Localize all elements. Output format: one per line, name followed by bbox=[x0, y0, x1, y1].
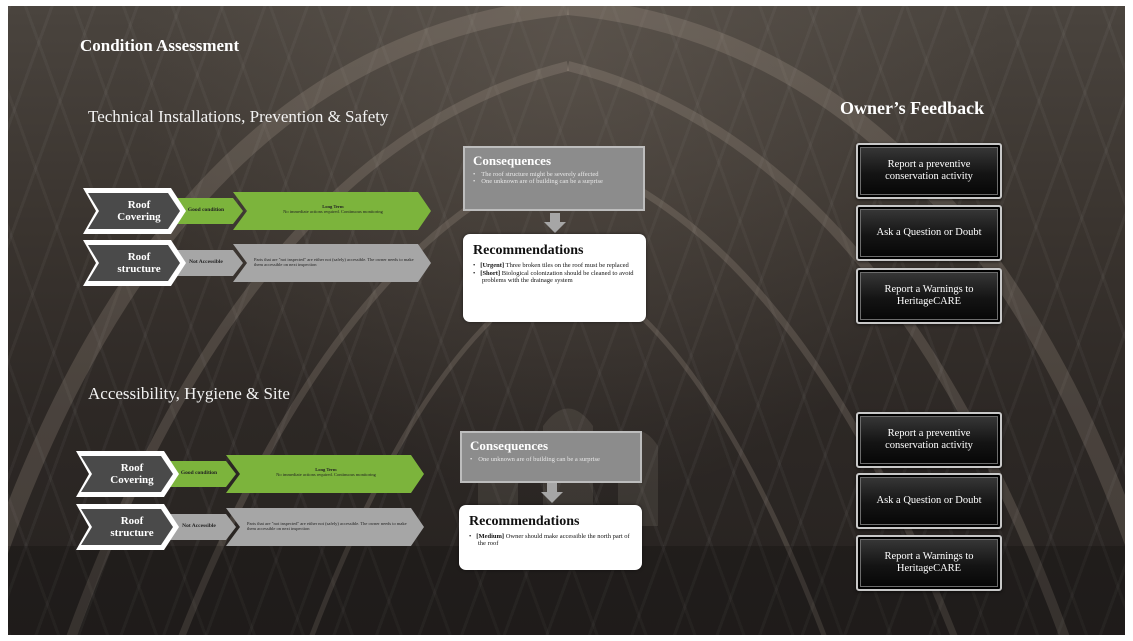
consequences-box: Consequences One unknown are of building… bbox=[460, 431, 642, 483]
row-label: Roof structure bbox=[117, 251, 161, 275]
assessment-row-roof-covering: Roof Covering Good condition Long Term No … bbox=[83, 188, 443, 234]
arrow-down-icon bbox=[541, 483, 563, 503]
section-title-technical: Technical Installations, Prevention & Sa… bbox=[88, 107, 389, 126]
ask-question-button[interactable]: Ask a Question or Doubt bbox=[856, 205, 1002, 261]
term-description: Parts that are "not inspected" are eithe… bbox=[247, 521, 407, 531]
assessment-row-roof-structure: Roof structure Not Accessible Parts that … bbox=[76, 504, 436, 550]
recommendations-box: Recommendations [Urgent] Three broken ti… bbox=[463, 234, 646, 322]
owner-feedback-title: Owner’s Feedback bbox=[840, 98, 985, 118]
ask-question-button[interactable]: Ask a Question or Doubt bbox=[856, 473, 1002, 529]
recommendation-item: [Urgent] Three broken tiles on the roof … bbox=[473, 262, 636, 270]
consequences-title: Consequences bbox=[473, 153, 552, 168]
condition-status: Good condition bbox=[187, 207, 225, 213]
report-preventive-activity-button[interactable]: Report a preventive conservation activit… bbox=[856, 143, 1002, 199]
recommendations-list: [Urgent] Three broken tiles on the roof … bbox=[473, 262, 636, 285]
slide: Condition Assessment Owner’s Feedback Te… bbox=[8, 6, 1125, 635]
row-label: Roof Covering bbox=[117, 199, 161, 223]
row-label: Roof structure bbox=[110, 515, 154, 539]
condition-status: Good condition bbox=[180, 470, 218, 476]
section-title-accessibility: Accessibility, Hygiene & Site bbox=[88, 384, 290, 403]
assessment-row-roof-covering: Roof Covering Good condition Long Term No … bbox=[76, 451, 436, 497]
condition-status: Not Accessible bbox=[182, 523, 216, 529]
report-preventive-activity-button[interactable]: Report a preventive conservation activit… bbox=[856, 412, 1002, 468]
consequences-title: Consequences bbox=[470, 438, 549, 453]
row-label: Roof Covering bbox=[110, 462, 154, 486]
consequence-item: One unknown are of building can be a sur… bbox=[470, 456, 632, 464]
recommendation-item: [Medium] Owner should make accessible th… bbox=[469, 533, 632, 548]
recommendations-title: Recommendations bbox=[469, 514, 580, 529]
consequence-item: One unknown are of building can be a sur… bbox=[473, 178, 635, 186]
term-description: Long Term No immediate actions required. … bbox=[283, 204, 383, 214]
condition-status: Not Accessible bbox=[189, 259, 223, 265]
arrow-down-icon bbox=[544, 213, 566, 233]
page-title: Condition Assessment bbox=[80, 36, 240, 55]
term-description: Long Term No immediate actions required. … bbox=[276, 467, 376, 477]
consequences-box: Consequences The roof structure might be… bbox=[463, 146, 645, 211]
recommendations-box: Recommendations [Medium] Owner should ma… bbox=[459, 505, 642, 570]
consequences-list: The roof structure might be severely aff… bbox=[473, 171, 635, 186]
report-warnings-button[interactable]: Report a Warnings to HeritageCARE bbox=[856, 535, 1002, 591]
recommendations-title: Recommendations bbox=[473, 243, 584, 258]
recommendation-item: [Short] Biological colonization should b… bbox=[473, 270, 636, 285]
report-warnings-button[interactable]: Report a Warnings to HeritageCARE bbox=[856, 268, 1002, 324]
recommendations-list: [Medium] Owner should make accessible th… bbox=[469, 533, 632, 548]
term-description: Parts that are "not inspected" are eithe… bbox=[254, 257, 414, 267]
consequences-list: One unknown are of building can be a sur… bbox=[470, 456, 632, 464]
assessment-row-roof-structure: Roof structure Not Accessible Parts that … bbox=[83, 240, 443, 286]
